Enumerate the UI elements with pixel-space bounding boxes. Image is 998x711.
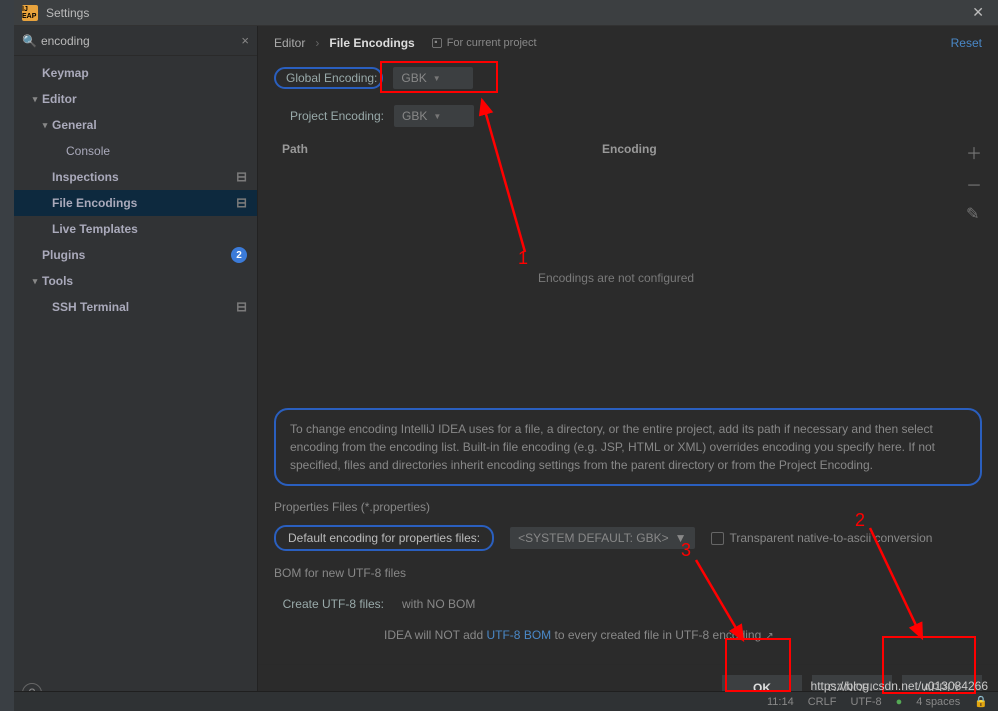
edit-icon[interactable]: ✎ [966, 204, 982, 224]
chevron-down-icon: ▼ [433, 112, 441, 121]
default-encoding-label: Default encoding for properties files: [274, 525, 494, 551]
sidebar-item-tools[interactable]: ▾Tools [14, 268, 257, 294]
search-icon: 🔍 [22, 34, 37, 48]
ide-status-bar: 11:14 CRLF UTF-8 ● 4 spaces 🔒 [14, 691, 998, 711]
sidebar-item-label: Tools [42, 274, 247, 288]
col-path: Path [282, 142, 602, 156]
sidebar-item-label: File Encodings [52, 196, 236, 210]
encoding-table-header: Path Encoding [274, 140, 958, 158]
status-crlf: CRLF [808, 696, 837, 708]
chevron-down-icon: ▼ [433, 74, 441, 83]
project-encoding-label: Project Encoding: [274, 109, 384, 123]
reset-link[interactable]: Reset [951, 36, 982, 50]
remove-icon[interactable]: － [966, 172, 982, 196]
sidebar-item-inspections[interactable]: Inspections⊟ [14, 164, 257, 190]
sidebar-item-label: Console [66, 144, 247, 158]
settings-window: IJ EAP Settings ✕ 🔍 × Keymap▾Editor▾Gene… [14, 0, 998, 711]
sidebar-item-label: SSH Terminal [52, 300, 236, 314]
watermark: https://blog.csdn.net/u013084266 [811, 679, 988, 693]
info-text: To change encoding IntelliJ IDEA uses fo… [274, 408, 982, 486]
settings-scope-icon: ⊟ [236, 299, 247, 315]
sidebar-item-label: Keymap [42, 66, 247, 80]
global-encoding-label: Global Encoding: [286, 71, 377, 85]
chevron-right-icon: › [315, 36, 319, 50]
chevron-icon: ▾ [28, 94, 42, 105]
chevron-icon: ▾ [28, 276, 42, 287]
status-encoding: UTF-8 [850, 696, 881, 708]
add-icon[interactable]: ＋ [966, 140, 982, 164]
badge: 2 [231, 247, 247, 263]
sidebar-item-general[interactable]: ▾General [14, 112, 257, 138]
encoding-table-body: Encodings are not configured [274, 158, 958, 398]
lock-icon: 🔒 [974, 695, 988, 708]
transparent-conversion-checkbox[interactable]: Transparent native-to-ascii conversion [711, 531, 933, 545]
sidebar-item-label: Inspections [52, 170, 236, 184]
for-current-project: For current project [431, 37, 537, 49]
search-row: 🔍 × [14, 26, 257, 56]
sidebar-item-label: Editor [42, 92, 247, 106]
chevron-icon: ▾ [38, 120, 52, 131]
sidebar-item-live-templates[interactable]: Live Templates [14, 216, 257, 242]
table-empty-text: Encodings are not configured [538, 271, 694, 285]
global-encoding-select[interactable]: GBK▼ [393, 67, 473, 89]
main-panel: Editor › File Encodings For current proj… [258, 26, 998, 711]
sidebar-item-editor[interactable]: ▾Editor [14, 86, 257, 112]
settings-scope-icon: ⊟ [236, 169, 247, 185]
create-utf8-select[interactable]: with NO BOM [394, 593, 514, 615]
close-icon[interactable]: ✕ [966, 4, 990, 21]
project-encoding-select[interactable]: GBK▼ [394, 105, 474, 127]
properties-section-title: Properties Files (*.properties) [274, 500, 982, 514]
sidebar-item-label: General [52, 118, 247, 132]
sidebar-item-console[interactable]: Console [14, 138, 257, 164]
chevron-down-icon: ▼ [675, 531, 687, 545]
sidebar: 🔍 × Keymap▾Editor▾GeneralConsoleInspecti… [14, 26, 258, 711]
bom-section-title: BOM for new UTF-8 files [274, 566, 982, 580]
clear-search-icon[interactable]: × [241, 33, 249, 48]
create-utf8-label: Create UTF-8 files: [274, 597, 384, 611]
settings-tree: Keymap▾Editor▾GeneralConsoleInspections⊟… [14, 56, 257, 675]
sidebar-item-file-encodings[interactable]: File Encodings⊟ [14, 190, 257, 216]
sidebar-item-label: Live Templates [52, 222, 247, 236]
default-encoding-select[interactable]: <SYSTEM DEFAULT: GBK>▼ [510, 527, 694, 549]
sidebar-item-keymap[interactable]: Keymap [14, 60, 257, 86]
sidebar-item-plugins[interactable]: Plugins2 [14, 242, 257, 268]
app-icon: IJ EAP [22, 5, 38, 21]
crumb-file-encodings: File Encodings [329, 36, 414, 50]
external-link-icon: ↗ [765, 631, 773, 642]
search-input[interactable] [41, 34, 241, 48]
status-time: 11:14 [767, 696, 794, 708]
col-encoding: Encoding [602, 142, 950, 156]
sidebar-item-ssh-terminal[interactable]: SSH Terminal⊟ [14, 294, 257, 320]
status-spaces: 4 spaces [916, 696, 960, 708]
breadcrumb: Editor › File Encodings For current proj… [258, 26, 998, 58]
ide-left-strip [0, 0, 14, 711]
bom-footnote: IDEA will NOT add UTF-8 BOM to every cre… [384, 628, 982, 642]
crumb-editor[interactable]: Editor [274, 36, 305, 50]
titlebar: IJ EAP Settings ✕ [14, 0, 998, 26]
utf8-bom-link[interactable]: UTF-8 BOM [486, 628, 551, 642]
sidebar-item-label: Plugins [42, 248, 231, 262]
settings-scope-icon: ⊟ [236, 195, 247, 211]
window-title: Settings [46, 6, 89, 20]
